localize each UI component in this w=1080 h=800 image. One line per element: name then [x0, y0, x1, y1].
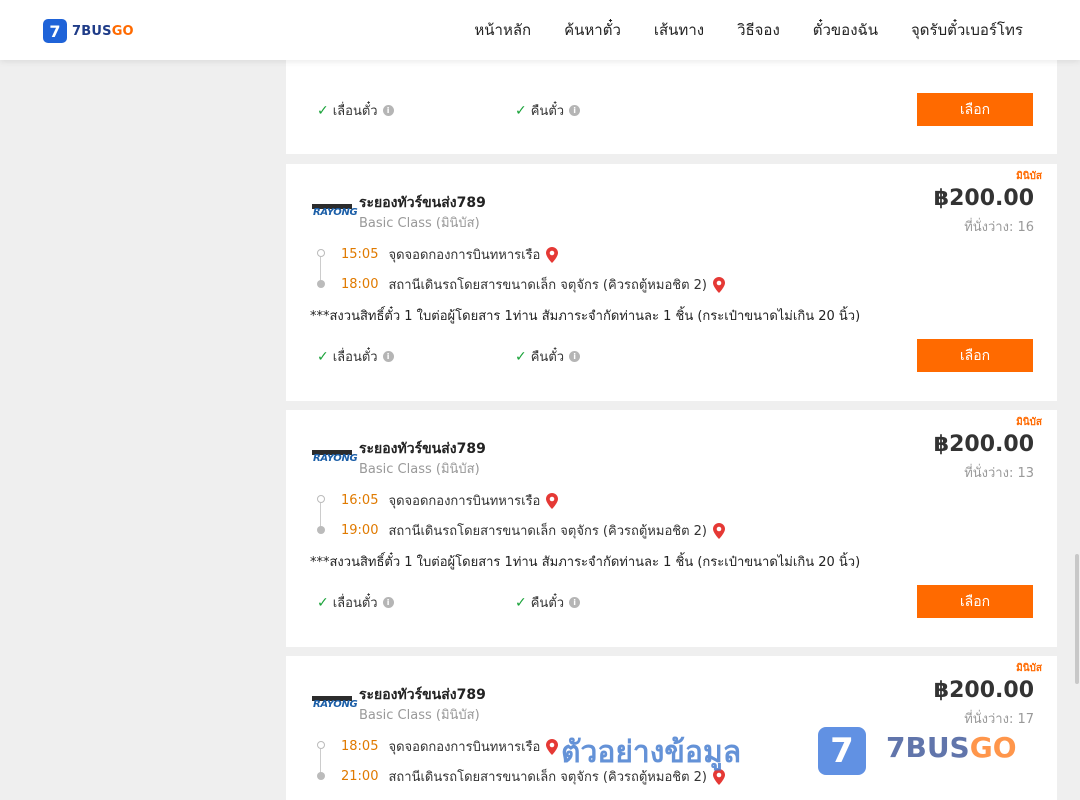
- trip-card: มินิบัส RAYONG ระยองทัวร์ขนส่ง789 Basic …: [286, 410, 1057, 647]
- watermark-brand: 7BUSGO: [886, 731, 1017, 764]
- check-icon: ✓: [515, 348, 527, 365]
- departure-place: จุดจอดกองการบินทหารเรือ: [388, 494, 541, 509]
- reschedule-feature: ✓ เลื่อนตั๋ว i: [317, 592, 394, 613]
- bus-class: Basic Class (มินิบัส): [359, 216, 480, 231]
- bus-type-badge: มินิบัส: [1016, 171, 1042, 182]
- refund-feature: ✓ คืนตั๋ว i: [515, 100, 581, 121]
- trip-card: มินิบัส RAYONG ระยองทัวร์ขนส่ง789 Basic …: [286, 656, 1057, 800]
- company-name: ระยองทัวร์ขนส่ง789: [359, 195, 486, 211]
- logo-text: 7BUSGO: [72, 23, 134, 39]
- company-name: ระยองทัวร์ขนส่ง789: [359, 687, 486, 703]
- nav-my-tickets[interactable]: ตั๋วของฉัน: [813, 18, 878, 42]
- trip-card: มินิบัส RAYONG ระยองทัวร์ขนส่ง789 Basic …: [286, 164, 1057, 401]
- info-icon[interactable]: i: [569, 105, 581, 116]
- route-timeline: [317, 741, 325, 780]
- watermark-logo-badge: 7: [818, 727, 866, 775]
- refund-feature: ✓ คืนตั๋ว i: [515, 346, 581, 367]
- departure-time: 15:05: [341, 247, 379, 262]
- select-button[interactable]: เลือก: [917, 93, 1033, 126]
- logo-badge: 7: [43, 19, 67, 43]
- price: ฿200.00: [933, 186, 1034, 211]
- company-name: ระยองทัวร์ขนส่ง789: [359, 441, 486, 457]
- arrival-place: สถานีเดินรถโดยสารขนาดเล็ก จตุจักร (คิวรถ…: [388, 278, 707, 293]
- page-scrollbar[interactable]: [1074, 60, 1080, 800]
- trip-card-partial: ✓ เลื่อนตั๋ว i ✓ คืนตั๋ว i เลือก: [286, 58, 1057, 154]
- top-navbar: 7 7BUSGO หน้าหลัก ค้นหาตั๋ว เส้นทาง วิธี…: [0, 0, 1080, 60]
- price: ฿200.00: [933, 678, 1034, 703]
- watermark-text: ตัวอย่างข้อมูล: [561, 735, 742, 770]
- refund-label: คืนตั๋ว: [530, 596, 565, 611]
- bus-class: Basic Class (มินิบัส): [359, 708, 480, 723]
- seats-available: ที่นั่งว่าง: 13: [964, 466, 1034, 481]
- refund-label: คืนตั๋ว: [530, 350, 565, 365]
- departure-time: 18:05: [341, 739, 379, 754]
- nav-home[interactable]: หน้าหลัก: [474, 18, 531, 42]
- bus-type-badge: มินิบัส: [1016, 663, 1042, 674]
- arrival-time: 19:00: [341, 523, 379, 538]
- check-icon: ✓: [317, 594, 329, 611]
- seats-available: ที่นั่งว่าง: 16: [964, 220, 1034, 235]
- info-icon[interactable]: i: [382, 105, 394, 116]
- scrollbar-thumb[interactable]: [1075, 554, 1079, 684]
- map-pin-icon[interactable]: [546, 246, 559, 263]
- reschedule-feature: ✓ เลื่อนตั๋ว i: [317, 100, 394, 121]
- reschedule-label: เลื่อนตั๋ว: [332, 104, 378, 119]
- info-icon[interactable]: i: [569, 351, 581, 362]
- price: ฿200.00: [933, 432, 1034, 457]
- site-logo[interactable]: 7 7BUSGO: [43, 19, 134, 43]
- nav-how-to-book[interactable]: วิธีจอง: [737, 18, 780, 42]
- info-icon[interactable]: i: [382, 597, 394, 608]
- check-icon: ✓: [515, 594, 527, 611]
- route-timeline: [317, 495, 325, 534]
- check-icon: ✓: [317, 102, 329, 119]
- check-icon: ✓: [317, 348, 329, 365]
- select-button[interactable]: เลือก: [917, 339, 1033, 372]
- departure-time: 16:05: [341, 493, 379, 508]
- info-icon[interactable]: i: [569, 597, 581, 608]
- ticket-note: ***สงวนสิทธิ์ตั๋ว 1 ใบต่อผู้โดยสาร 1ท่าน…: [310, 555, 861, 570]
- map-pin-icon[interactable]: [546, 492, 559, 509]
- check-icon: ✓: [515, 102, 527, 119]
- map-pin-icon[interactable]: [546, 738, 559, 755]
- select-button[interactable]: เลือก: [917, 585, 1033, 618]
- arrival-time: 21:00: [341, 769, 379, 784]
- arrival-stop: 19:00 สถานีเดินรถโดยสารขนาดเล็ก จตุจักร …: [341, 520, 725, 541]
- company-logo: RAYONG: [312, 694, 358, 712]
- refund-feature: ✓ คืนตั๋ว i: [515, 592, 581, 613]
- departure-stop: 18:05 จุดจอดกองการบินทหารเรือ: [341, 736, 559, 757]
- map-pin-icon[interactable]: [713, 276, 725, 293]
- bus-class: Basic Class (มินิบัส): [359, 462, 480, 477]
- info-icon[interactable]: i: [382, 351, 394, 362]
- reschedule-feature: ✓ เลื่อนตั๋ว i: [317, 346, 394, 367]
- refund-label: คืนตั๋ว: [530, 104, 565, 119]
- bus-type-badge: มินิบัส: [1016, 417, 1042, 428]
- nav-pickup-points[interactable]: จุดรับตั๋วเบอร์โทร: [911, 18, 1023, 42]
- arrival-place: สถานีเดินรถโดยสารขนาดเล็ก จตุจักร (คิวรถ…: [388, 524, 707, 539]
- reschedule-label: เลื่อนตั๋ว: [332, 350, 378, 365]
- arrival-stop: 18:00 สถานีเดินรถโดยสารขนาดเล็ก จตุจักร …: [341, 274, 725, 295]
- route-timeline: [317, 249, 325, 288]
- departure-stop: 16:05 จุดจอดกองการบินทหารเรือ: [341, 490, 559, 511]
- main-nav: หน้าหลัก ค้นหาตั๋ว เส้นทาง วิธีจอง ตั๋วข…: [441, 0, 1023, 60]
- arrival-time: 18:00: [341, 277, 379, 292]
- company-logo: RAYONG: [312, 448, 358, 466]
- departure-place: จุดจอดกองการบินทหารเรือ: [388, 740, 541, 755]
- seats-available: ที่นั่งว่าง: 17: [964, 712, 1034, 727]
- reschedule-label: เลื่อนตั๋ว: [332, 596, 378, 611]
- map-pin-icon[interactable]: [713, 522, 725, 539]
- departure-stop: 15:05 จุดจอดกองการบินทหารเรือ: [341, 244, 559, 265]
- ticket-note: ***สงวนสิทธิ์ตั๋ว 1 ใบต่อผู้โดยสาร 1ท่าน…: [310, 309, 861, 324]
- company-logo: RAYONG: [312, 202, 358, 220]
- nav-search-tickets[interactable]: ค้นหาตั๋ว: [564, 18, 621, 42]
- departure-place: จุดจอดกองการบินทหารเรือ: [388, 248, 541, 263]
- nav-routes[interactable]: เส้นทาง: [654, 18, 704, 42]
